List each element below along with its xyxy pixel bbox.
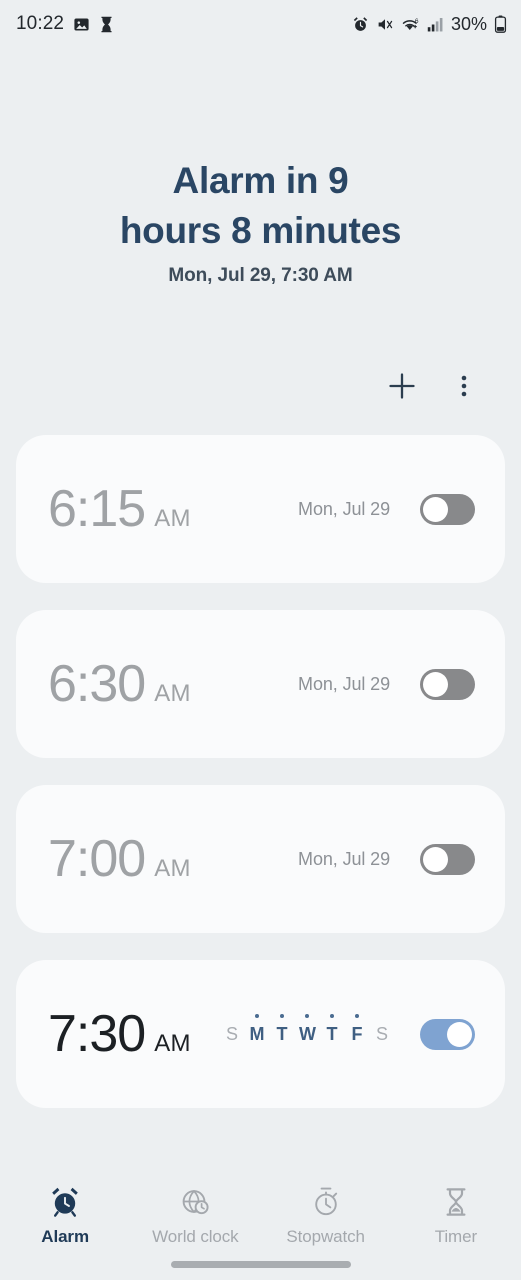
tab-alarm[interactable]: Alarm xyxy=(0,1185,130,1247)
alarm-card-right: Mon, Jul 29 xyxy=(298,668,475,700)
add-alarm-button[interactable] xyxy=(385,369,419,403)
page-title: Alarm in 9 hours 8 minutes xyxy=(0,156,521,256)
stopwatch-icon xyxy=(314,1187,337,1216)
page-title-line-2: hours 8 minutes xyxy=(119,210,402,251)
weekday-label: S xyxy=(375,1024,388,1044)
weekday-active-dot xyxy=(280,1014,284,1018)
alarm-card-right: Mon, Jul 29 xyxy=(298,843,475,875)
image-icon xyxy=(73,16,90,33)
clock-app-screen: 10:22 6 30% Alarm in 9 hours 8 minutes M… xyxy=(0,0,521,1280)
alarm-icon xyxy=(352,16,369,33)
mute-icon xyxy=(376,16,394,33)
weekday-tue[interactable]: T xyxy=(274,1014,290,1044)
battery-icon xyxy=(494,15,507,33)
battery-percent-label: 30% xyxy=(450,13,487,34)
tab-stopwatch-label: Stopwatch xyxy=(286,1227,365,1246)
alarm-countdown-header: Alarm in 9 hours 8 minutes Mon, Jul 29, … xyxy=(0,48,521,287)
alarm-schedule-label: Mon, Jul 29 xyxy=(298,848,390,869)
alarm-toggle[interactable] xyxy=(420,668,475,700)
alarm-weekday-row[interactable]: S M T W T F S xyxy=(224,1014,390,1044)
alarm-toggle[interactable] xyxy=(420,1018,475,1050)
tab-alarm-label: Alarm xyxy=(41,1227,89,1246)
signal-icon xyxy=(427,16,444,33)
wifi-icon: 6 xyxy=(401,16,420,33)
next-alarm-subtitle: Mon, Jul 29, 7:30 AM xyxy=(168,265,353,286)
tab-timer-label: Timer xyxy=(434,1227,478,1246)
svg-text:6: 6 xyxy=(415,18,419,25)
alarm-schedule-label: Mon, Jul 29 xyxy=(298,673,390,694)
weekday-sat[interactable]: S xyxy=(374,1025,390,1043)
hourglass-icon xyxy=(99,16,114,33)
alarm-time-meridiem: AM xyxy=(154,855,191,882)
alarm-card-right: Mon, Jul 29 xyxy=(298,493,475,525)
bottom-navigation: Alarm World clock Stopwatch Timer xyxy=(0,1177,521,1280)
alarm-card-right: S M T W T F S xyxy=(224,1014,475,1050)
alarm-toggle[interactable] xyxy=(420,493,475,525)
alarm-time: 6:30 AM xyxy=(48,658,191,710)
hourglass-icon xyxy=(446,1188,466,1216)
weekday-sun[interactable]: S xyxy=(224,1025,240,1043)
weekday-label: T xyxy=(276,1024,288,1044)
alarm-time-meridiem: AM xyxy=(154,1030,191,1057)
alarm-time-value: 7:00 xyxy=(48,830,146,888)
alarm-time-value: 6:30 xyxy=(48,655,146,713)
weekday-active-dot xyxy=(355,1014,359,1018)
alarm-time-value: 6:15 xyxy=(48,480,146,538)
tab-timer[interactable]: Timer xyxy=(391,1185,521,1247)
tab-world-clock[interactable]: World clock xyxy=(130,1185,260,1247)
alarm-toggle-knob xyxy=(423,671,448,697)
globe-clock-icon xyxy=(183,1189,209,1215)
weekday-active-dot xyxy=(255,1014,259,1018)
weekday-label: T xyxy=(326,1024,338,1044)
alarm-time-meridiem: AM xyxy=(154,680,191,707)
gesture-home-indicator[interactable] xyxy=(170,1261,351,1268)
alarm-time: 6:15 AM xyxy=(48,483,191,535)
action-row xyxy=(0,359,521,413)
alarm-clock-icon xyxy=(52,1187,78,1217)
tab-world-clock-label: World clock xyxy=(152,1227,239,1246)
alarm-card[interactable]: 6:15 AM Mon, Jul 29 xyxy=(16,435,505,583)
page-title-line-1: Alarm in 9 xyxy=(172,160,349,201)
alarm-time: 7:30 AM xyxy=(48,1008,191,1060)
alarm-card[interactable]: 7:30 AM S M T W T F S xyxy=(16,960,505,1108)
weekday-label: W xyxy=(299,1024,316,1044)
alarm-list: 6:15 AM Mon, Jul 29 6:30 AM Mon, Jul 29 xyxy=(0,435,521,1108)
alarm-toggle-knob xyxy=(423,846,448,872)
alarm-time-value: 7:30 xyxy=(48,1005,146,1063)
more-options-button[interactable] xyxy=(447,369,481,403)
alarm-time-meridiem: AM xyxy=(154,505,191,532)
weekday-active-dot xyxy=(305,1014,309,1018)
weekday-label: F xyxy=(351,1024,363,1044)
alarm-toggle[interactable] xyxy=(420,843,475,875)
alarm-card[interactable]: 6:30 AM Mon, Jul 29 xyxy=(16,610,505,758)
weekday-label: M xyxy=(249,1024,265,1044)
alarm-card[interactable]: 7:00 AM Mon, Jul 29 xyxy=(16,785,505,933)
alarm-toggle-knob xyxy=(423,496,448,522)
weekday-fri[interactable]: F xyxy=(349,1014,365,1044)
status-bar-left: 10:22 xyxy=(16,13,114,35)
status-bar-right: 6 30% xyxy=(352,14,507,35)
overflow-menu-icon xyxy=(461,375,467,397)
weekday-mon[interactable]: M xyxy=(249,1014,265,1044)
status-bar: 10:22 6 30% xyxy=(0,0,521,48)
weekday-active-dot xyxy=(330,1014,334,1018)
status-bar-clock: 10:22 xyxy=(16,13,65,34)
alarm-toggle-knob xyxy=(447,1021,472,1047)
weekday-thu[interactable]: T xyxy=(324,1014,340,1044)
alarm-time: 7:00 AM xyxy=(48,833,191,885)
weekday-wed[interactable]: W xyxy=(299,1014,316,1044)
weekday-label: S xyxy=(225,1024,238,1044)
alarm-schedule-label: Mon, Jul 29 xyxy=(298,498,390,519)
tab-stopwatch[interactable]: Stopwatch xyxy=(261,1185,391,1247)
plus-icon xyxy=(389,373,415,399)
